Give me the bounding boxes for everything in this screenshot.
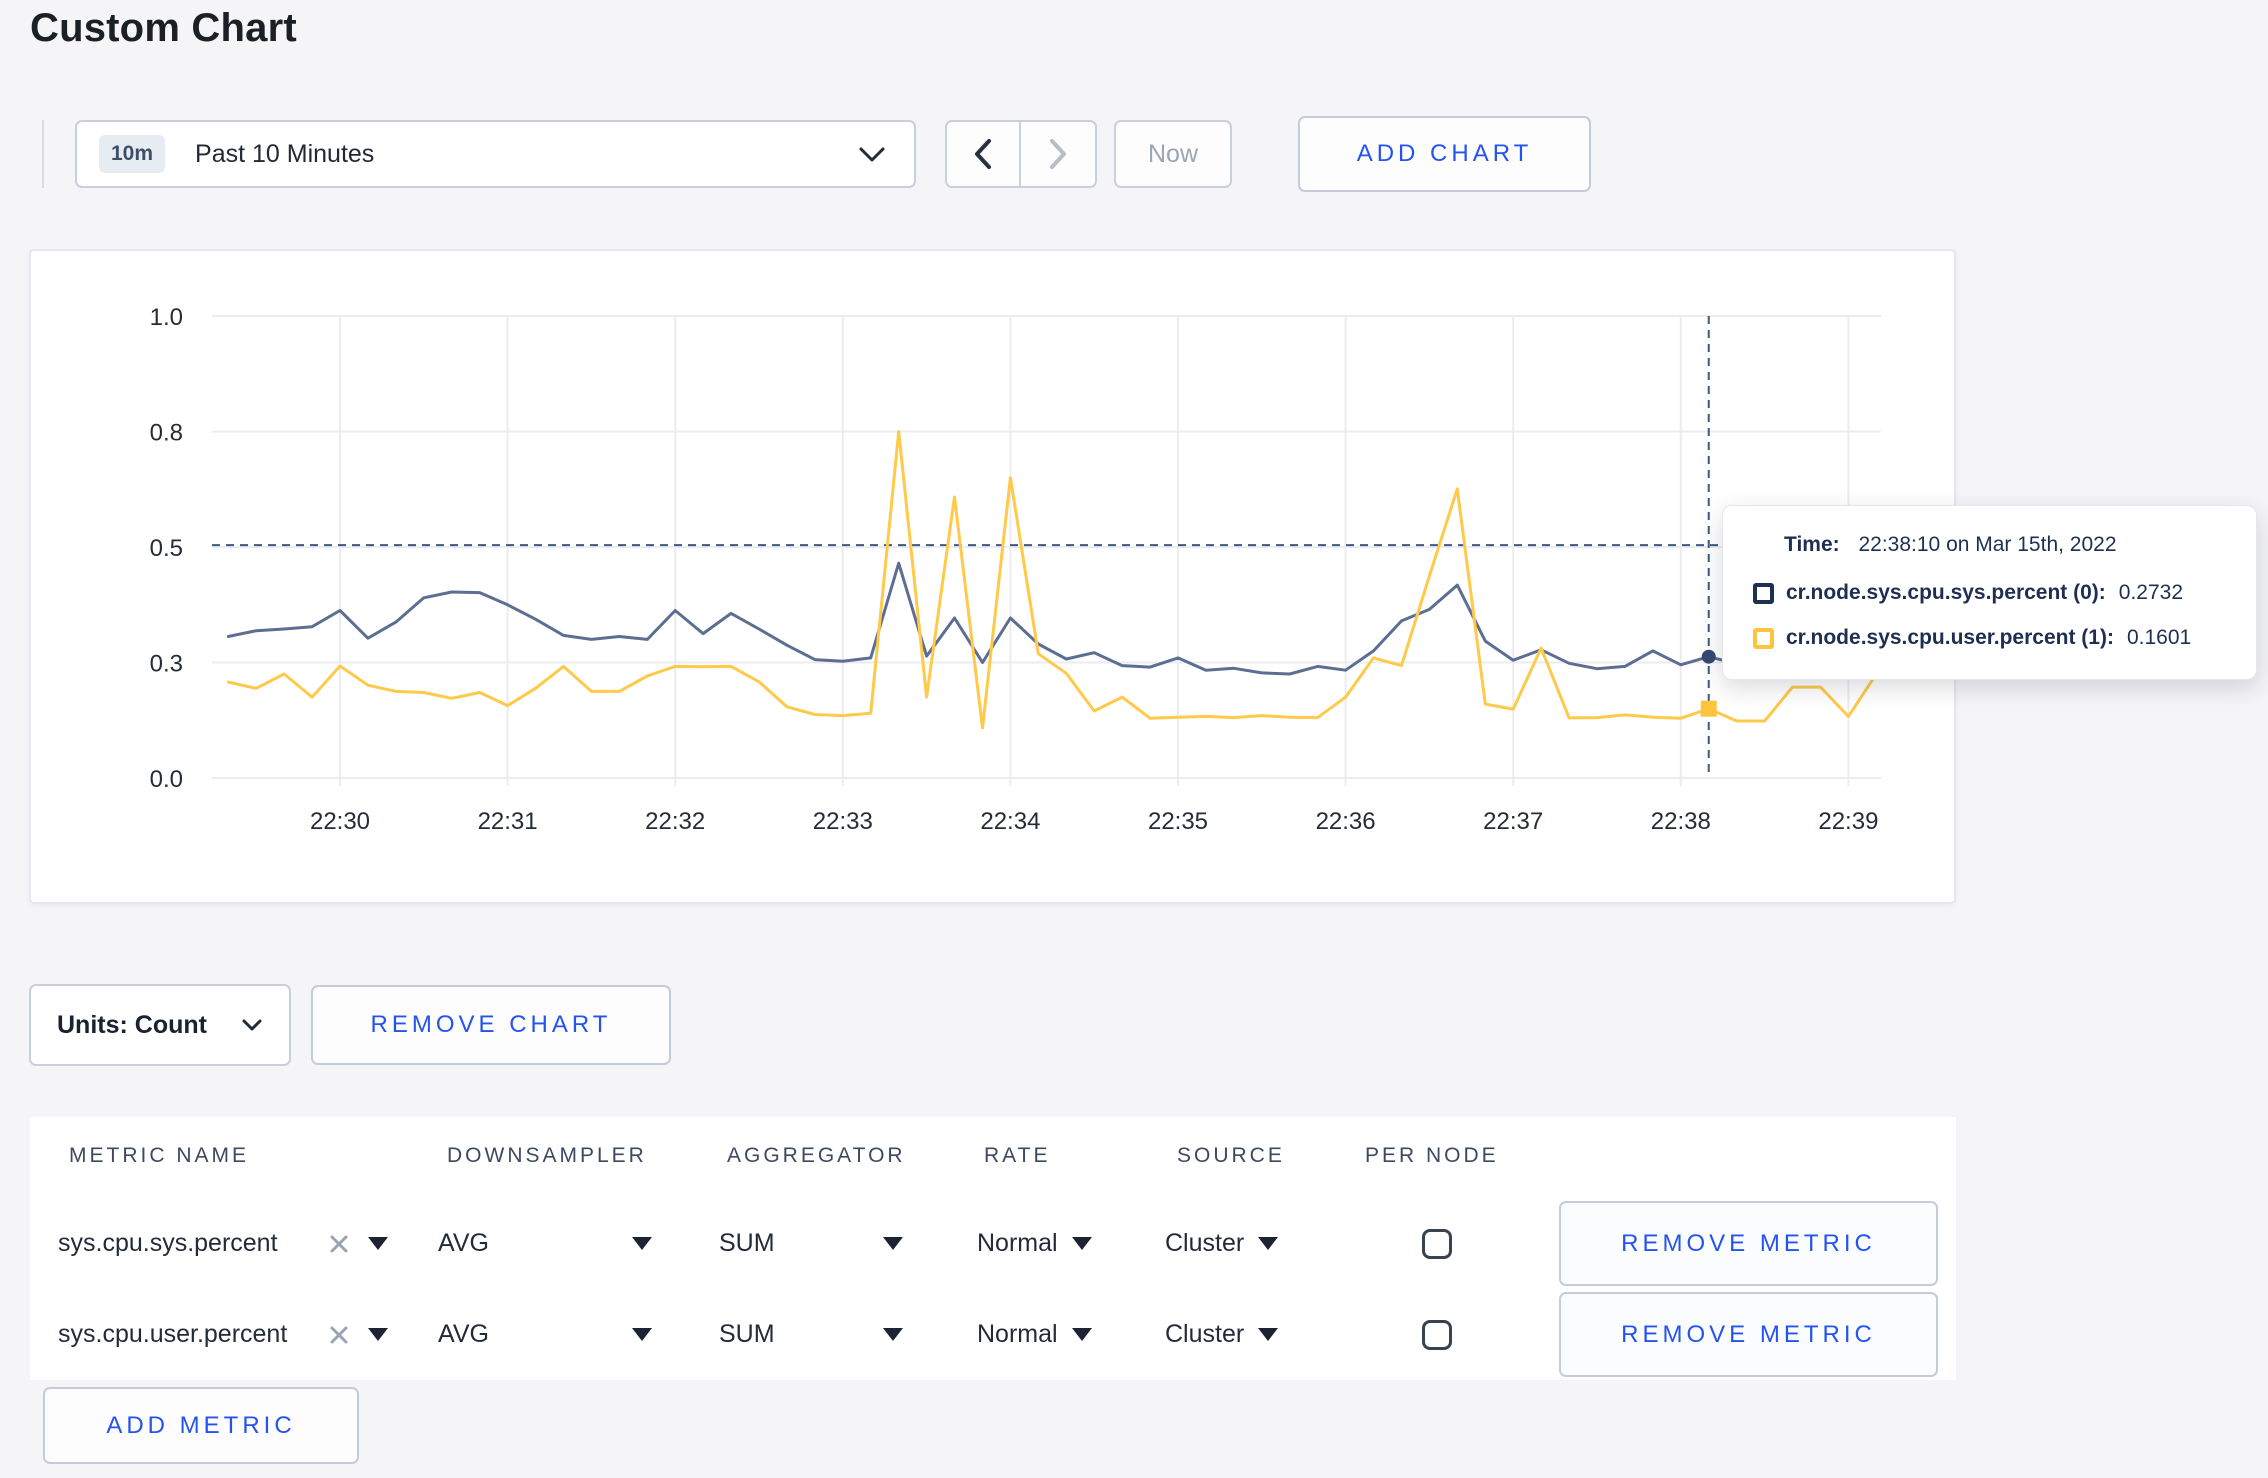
metric-name-value: sys.cpu.user.percent xyxy=(58,1320,288,1348)
y-axis-label: 0.5 xyxy=(150,535,183,562)
custom-chart-page: Custom Chart 10m Past 10 Minutes Now ADD… xyxy=(0,0,2268,1478)
rate-select[interactable]: Normal xyxy=(977,1201,1092,1286)
units-label: Units: Count xyxy=(57,1010,207,1039)
dropdown-caret-icon xyxy=(1258,1328,1279,1341)
page-title: Custom Chart xyxy=(30,6,297,50)
clear-icon[interactable] xyxy=(328,1324,350,1346)
series-swatch-user-icon xyxy=(1753,627,1774,649)
chevron-left-icon xyxy=(975,139,991,169)
hover-marker-sys xyxy=(1701,649,1716,664)
clear-icon[interactable] xyxy=(328,1233,350,1255)
aggregator-value: SUM xyxy=(719,1229,775,1257)
col-header-downsampler: DOWNSAMPLER xyxy=(447,1144,647,1167)
tooltip-time-row: Time: 22:38:10 on Mar 15th, 2022 xyxy=(1784,530,2256,560)
remove-chart-button[interactable]: REMOVE CHART xyxy=(311,985,671,1065)
series-line-0 xyxy=(226,561,1878,676)
dropdown-caret-icon xyxy=(1258,1237,1279,1250)
per-node-checkbox[interactable] xyxy=(1422,1228,1452,1259)
rate-value: Normal xyxy=(977,1229,1058,1257)
chevron-down-icon xyxy=(242,1019,262,1031)
dropdown-caret-icon xyxy=(1071,1237,1092,1250)
y-axis-label: 0.0 xyxy=(150,766,183,793)
time-nav-group xyxy=(945,120,1097,188)
chart-grid: 0.0 0.3 0.5 0.8 1.0 22:30 22:31 22:32 22:33 22:34… xyxy=(150,304,1881,835)
add-metric-button[interactable]: ADD METRIC xyxy=(43,1387,359,1464)
x-axis-label: 22:37 xyxy=(1483,808,1543,835)
metric-name-value: sys.cpu.sys.percent xyxy=(58,1229,278,1257)
y-axis-label: 1.0 xyxy=(150,304,183,331)
col-header-per-node: PER NODE xyxy=(1365,1144,1499,1167)
tooltip-series-label: cr.node.sys.cpu.user.percent (1): xyxy=(1786,626,2114,649)
aggregator-select[interactable]: SUM xyxy=(719,1292,903,1377)
rate-select[interactable]: Normal xyxy=(977,1292,1092,1377)
hover-marker-user xyxy=(1700,700,1717,717)
prev-time-button[interactable] xyxy=(947,122,1021,186)
tooltip-time-label: Time: xyxy=(1784,533,1840,556)
source-value: Cluster xyxy=(1165,1320,1245,1348)
series-swatch-sys-icon xyxy=(1753,582,1774,604)
units-select[interactable]: Units: Count xyxy=(29,984,291,1066)
tooltip-series-row: cr.node.sys.cpu.sys.percent (0): 0.2732 xyxy=(1753,578,2256,608)
chart-svg[interactable]: 0.0 0.3 0.5 0.8 1.0 22:30 22:31 22:32 22:33 22:34… xyxy=(31,251,1957,905)
metric-name-select[interactable]: sys.cpu.user.percent xyxy=(58,1292,388,1377)
remove-metric-button[interactable]: REMOVE METRIC xyxy=(1559,1292,1938,1377)
per-node-checkbox[interactable] xyxy=(1422,1319,1452,1350)
tooltip-time-value: 22:38:10 on Mar 15th, 2022 xyxy=(1858,533,2117,556)
rate-value: Normal xyxy=(977,1320,1058,1348)
downsampler-value: AVG xyxy=(438,1229,489,1257)
chart-card: 0.0 0.3 0.5 0.8 1.0 22:30 22:31 22:32 22:33 22:34… xyxy=(29,249,1956,904)
metric-name-select[interactable]: sys.cpu.sys.percent xyxy=(58,1201,388,1286)
source-select[interactable]: Cluster xyxy=(1165,1201,1279,1286)
y-axis-label: 0.3 xyxy=(150,651,183,678)
dropdown-caret-icon xyxy=(883,1328,903,1341)
x-axis-label: 22:31 xyxy=(478,808,538,835)
x-axis-label: 22:34 xyxy=(980,808,1040,835)
dropdown-caret-icon[interactable] xyxy=(368,1237,388,1250)
tooltip-series-row: cr.node.sys.cpu.user.percent (1): 0.1601 xyxy=(1753,623,2256,653)
dropdown-caret-icon xyxy=(1071,1328,1092,1341)
now-button[interactable]: Now xyxy=(1114,120,1232,188)
x-axis-label: 22:39 xyxy=(1818,808,1878,835)
x-axis-label: 22:32 xyxy=(645,808,705,835)
dropdown-caret-icon xyxy=(883,1237,903,1250)
x-axis-label: 22:33 xyxy=(813,808,873,835)
col-header-aggregator: AGGREGATOR xyxy=(727,1144,906,1167)
source-select[interactable]: Cluster xyxy=(1165,1292,1279,1377)
aggregator-select[interactable]: SUM xyxy=(719,1201,903,1286)
y-axis-label: 0.8 xyxy=(150,420,183,447)
toolbar-divider xyxy=(42,120,44,188)
time-range-select[interactable]: 10m Past 10 Minutes xyxy=(75,120,916,188)
series-line-1 xyxy=(226,430,1878,730)
aggregator-value: SUM xyxy=(719,1320,775,1348)
dropdown-caret-icon[interactable] xyxy=(368,1328,388,1341)
downsampler-select[interactable]: AVG xyxy=(438,1292,652,1377)
tooltip-series-value: 0.2732 xyxy=(2118,581,2184,604)
x-axis-label: 22:35 xyxy=(1148,808,1208,835)
chart-tooltip: Time: 22:38:10 on Mar 15th, 2022 cr.node… xyxy=(1722,505,2257,680)
dropdown-caret-icon xyxy=(632,1237,652,1250)
col-header-metric-name: METRIC NAME xyxy=(69,1144,249,1167)
dropdown-caret-icon xyxy=(632,1328,652,1341)
chevron-right-icon xyxy=(1050,139,1066,169)
tooltip-series-value: 0.1601 xyxy=(2126,626,2192,649)
time-range-badge: 10m xyxy=(99,135,166,173)
next-time-button[interactable] xyxy=(1021,122,1095,186)
col-header-source: SOURCE xyxy=(1177,1144,1285,1167)
downsampler-select[interactable]: AVG xyxy=(438,1201,652,1286)
chevron-down-icon xyxy=(859,147,885,161)
tooltip-series-label: cr.node.sys.cpu.sys.percent (0): xyxy=(1786,581,2106,604)
source-value: Cluster xyxy=(1165,1229,1245,1257)
x-axis-label: 22:30 xyxy=(310,808,370,835)
add-chart-button[interactable]: ADD CHART xyxy=(1298,116,1591,192)
x-axis-label: 22:36 xyxy=(1316,808,1376,835)
time-range-label: Past 10 Minutes xyxy=(195,139,375,168)
col-header-rate: RATE xyxy=(984,1144,1051,1167)
downsampler-value: AVG xyxy=(438,1320,489,1348)
x-axis-label: 22:38 xyxy=(1651,808,1711,835)
remove-metric-button[interactable]: REMOVE METRIC xyxy=(1559,1201,1938,1286)
